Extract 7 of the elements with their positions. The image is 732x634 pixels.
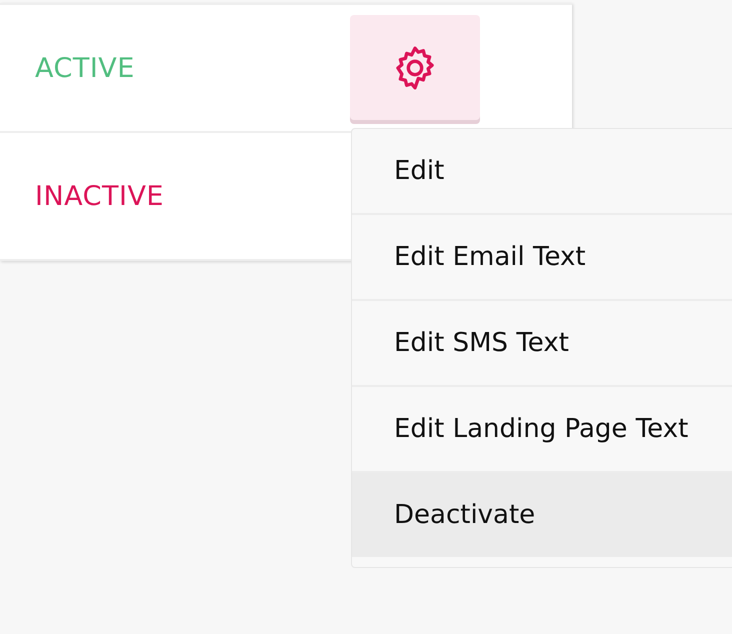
menu-item[interactable]: Deactivate: [352, 473, 732, 557]
status-text: ACTIVE: [35, 52, 135, 84]
status-text: INACTIVE: [35, 180, 164, 212]
settings-button[interactable]: [350, 15, 480, 120]
menu-item[interactable]: Edit: [352, 129, 732, 215]
menu-item[interactable]: Edit Email Text: [352, 215, 732, 301]
menu-item[interactable]: Edit SMS Text: [352, 301, 732, 387]
